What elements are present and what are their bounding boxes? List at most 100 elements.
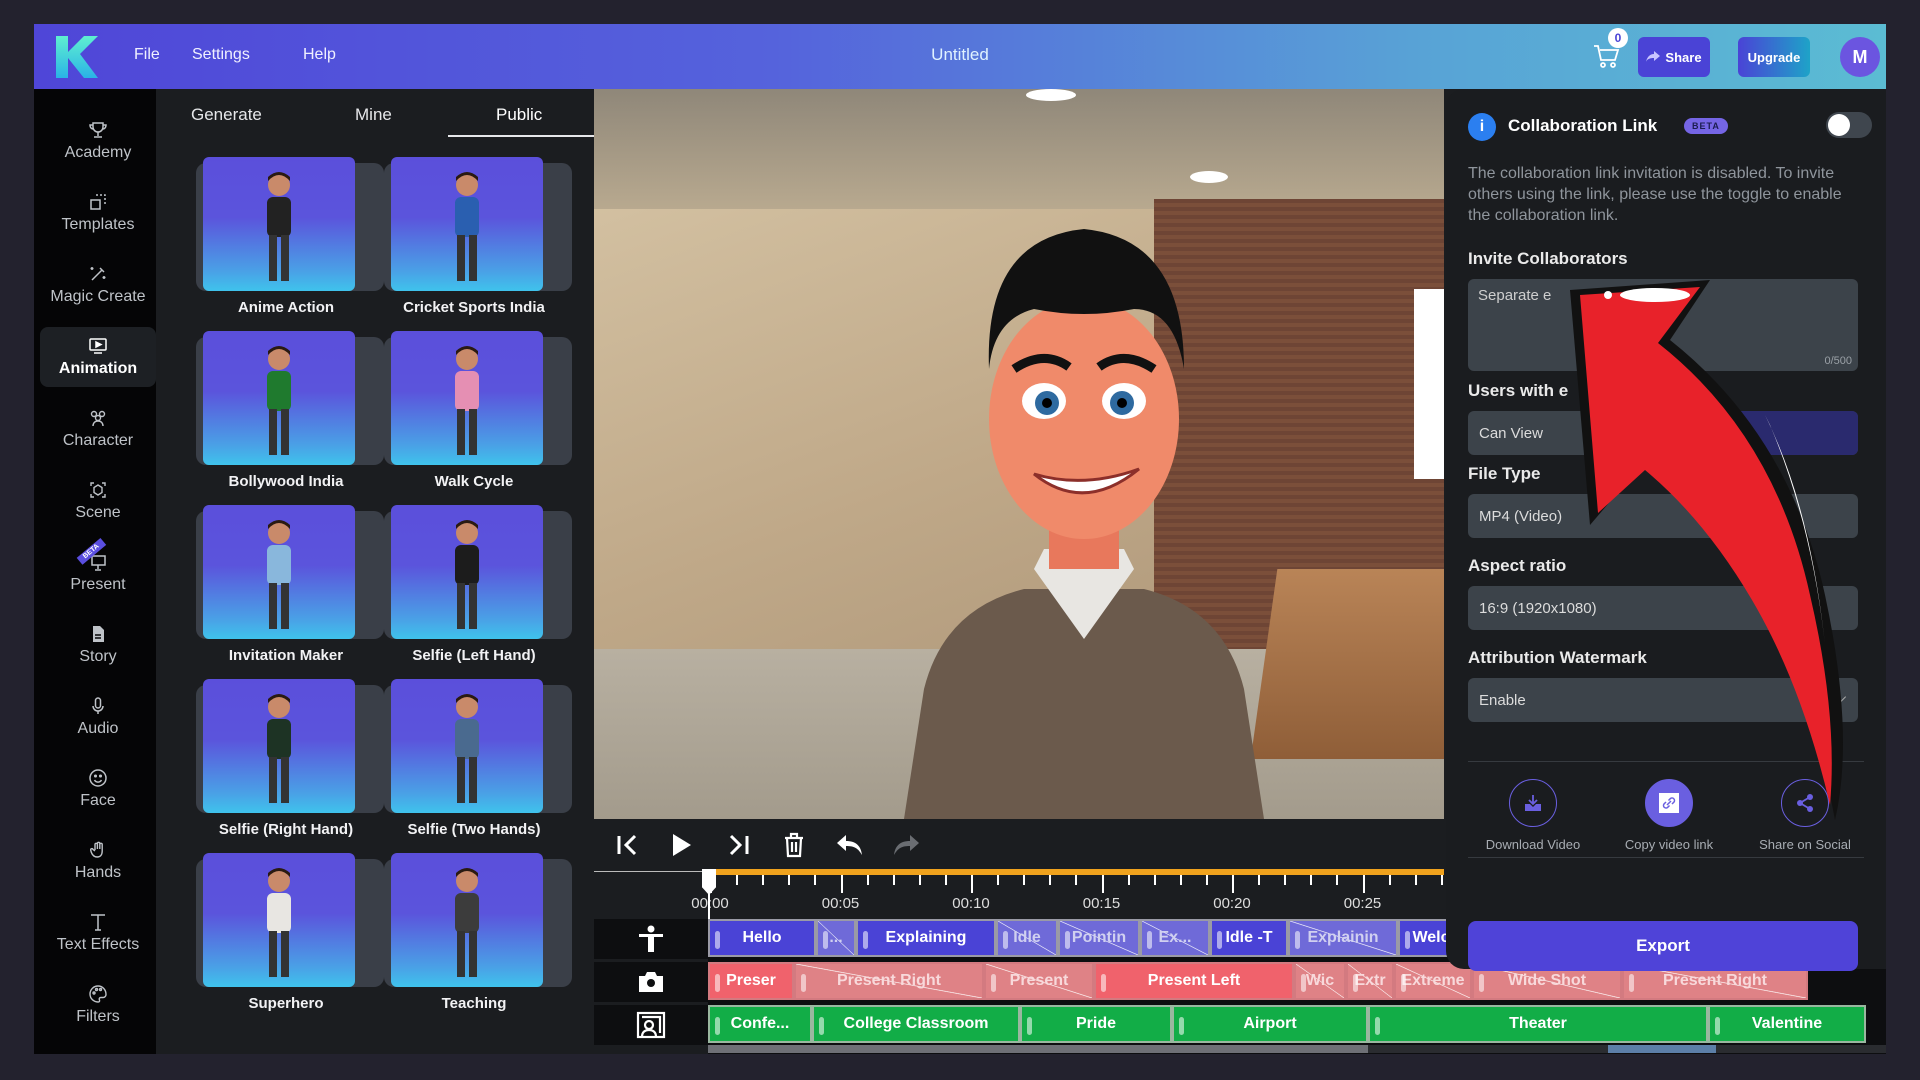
user-avatar[interactable]: M xyxy=(1840,37,1880,77)
anim-clip[interactable]: Idle -T xyxy=(1210,919,1288,957)
clip-handle[interactable] xyxy=(819,1017,824,1035)
timeline-ruler[interactable]: 00:00 00:05 00:10 00:15 00:20 00:25 xyxy=(594,869,1444,919)
animation-card[interactable]: Bollywood India xyxy=(196,331,384,501)
timeline-scrollbar[interactable] xyxy=(708,1045,1886,1053)
animation-card[interactable]: Invitation Maker xyxy=(196,505,384,675)
sidebar-item-magic-create[interactable]: Magic Create xyxy=(40,255,156,315)
sidebar-item-filters[interactable]: Filters xyxy=(40,975,156,1035)
clip-handle[interactable] xyxy=(715,974,720,992)
clip-handle[interactable] xyxy=(1217,931,1222,949)
clip-handle[interactable] xyxy=(1065,931,1070,949)
tab-public[interactable]: Public xyxy=(496,105,542,125)
clip-handle[interactable] xyxy=(1101,974,1106,992)
animation-card[interactable]: Selfie (Right Hand) xyxy=(196,679,384,849)
sidebar-item-text-effects[interactable]: Text Effects xyxy=(40,903,156,963)
anim-clip[interactable]: Pointin xyxy=(1058,919,1140,957)
skip-to-end-button[interactable] xyxy=(722,829,754,861)
clip-handle[interactable] xyxy=(1301,974,1306,992)
animation-card[interactable]: Anime Action xyxy=(196,157,384,327)
scene-clip[interactable]: Theater xyxy=(1368,1005,1708,1043)
clip-handle[interactable] xyxy=(1353,974,1358,992)
animation-card[interactable]: Superhero xyxy=(196,853,384,1023)
copy-video-link-action[interactable]: Copy video link xyxy=(1604,779,1734,852)
play-button[interactable] xyxy=(666,829,698,861)
clip-handle[interactable] xyxy=(1295,931,1300,949)
clip-handle[interactable] xyxy=(715,1017,720,1035)
scene-track-header[interactable] xyxy=(594,1005,708,1045)
clip-handle[interactable] xyxy=(1003,931,1008,949)
clip-handle[interactable] xyxy=(1375,1017,1380,1035)
sidebar-item-hands[interactable]: Hands xyxy=(40,831,156,891)
clip-handle[interactable] xyxy=(1629,974,1634,992)
delete-button[interactable] xyxy=(778,829,810,861)
anim-clip[interactable]: Hello xyxy=(708,919,816,957)
file-type-select[interactable]: MP4 (Video) xyxy=(1468,494,1858,538)
scene-icon xyxy=(90,482,106,498)
scene-clip[interactable]: Pride xyxy=(1020,1005,1172,1043)
tab-generate[interactable]: Generate xyxy=(191,105,262,125)
invite-button[interactable] xyxy=(1738,411,1858,455)
sidebar-item-animation[interactable]: Animation xyxy=(40,327,156,387)
invite-emails-input[interactable]: Separate e 0/500 xyxy=(1468,279,1858,371)
scene-clip[interactable]: Confe... xyxy=(708,1005,812,1043)
anim-clip[interactable]: Explainin xyxy=(1288,919,1398,957)
clip-handle[interactable] xyxy=(1479,974,1484,992)
character-avatar[interactable] xyxy=(884,169,1284,819)
sidebar-item-present[interactable]: BETA Present xyxy=(40,538,156,603)
sidebar-item-face[interactable]: Face xyxy=(40,759,156,819)
clip-handle[interactable] xyxy=(1401,974,1406,992)
users-permission-select[interactable]: Can View xyxy=(1468,411,1858,455)
export-button[interactable]: Export xyxy=(1468,921,1858,971)
sidebar-item-audio[interactable]: Audio xyxy=(40,687,156,747)
cam-clip[interactable]: Present Right xyxy=(794,962,984,1000)
clip-handle[interactable] xyxy=(991,974,996,992)
animation-track-header[interactable] xyxy=(594,919,708,959)
scene-clip[interactable]: Airport xyxy=(1172,1005,1368,1043)
clip-handle[interactable] xyxy=(1147,931,1152,949)
sidebar-item-templates[interactable]: Templates xyxy=(40,183,156,243)
anim-clip[interactable]: Ex... xyxy=(1140,919,1210,957)
sidebar-item-academy[interactable]: Academy xyxy=(40,111,156,171)
aspect-ratio-select[interactable]: 16:9 (1920x1080) xyxy=(1468,586,1858,630)
scene-clip[interactable]: Valentine xyxy=(1708,1005,1866,1043)
clip-handle[interactable] xyxy=(863,931,868,949)
clip-handle[interactable] xyxy=(715,931,720,949)
watermark-select[interactable]: Enable xyxy=(1468,678,1858,722)
skip-to-start-button[interactable] xyxy=(612,829,644,861)
clip-handle[interactable] xyxy=(801,974,806,992)
share-on-social-action[interactable]: Share on Social xyxy=(1740,779,1870,852)
animation-card[interactable]: Walk Cycle xyxy=(384,331,572,501)
timeline-scrollbar-thumb[interactable] xyxy=(708,1045,1368,1053)
animation-card[interactable]: Cricket Sports India xyxy=(384,157,572,327)
animation-card[interactable]: Selfie (Two Hands) xyxy=(384,679,572,849)
cam-clip[interactable]: Extr xyxy=(1346,962,1394,1000)
animation-card[interactable]: Selfie (Left Hand) xyxy=(384,505,572,675)
clip-handle[interactable] xyxy=(1405,931,1410,949)
cam-clip[interactable]: Present Left xyxy=(1094,962,1294,1000)
sidebar-item-scene[interactable]: Scene xyxy=(40,471,156,531)
sidebar-item-story[interactable]: Story xyxy=(40,615,156,675)
clip-handle[interactable] xyxy=(1179,1017,1184,1035)
animation-card[interactable]: Teaching xyxy=(384,853,572,1023)
redo-button[interactable] xyxy=(890,829,922,861)
share-button[interactable]: Share xyxy=(1638,37,1710,77)
scene-viewport[interactable] xyxy=(594,89,1444,819)
card-thumbnail xyxy=(391,157,543,291)
cam-clip[interactable]: Wic xyxy=(1294,962,1346,1000)
cam-clip[interactable]: Present xyxy=(984,962,1094,1000)
anim-clip[interactable]: ... xyxy=(816,919,856,957)
upgrade-button[interactable]: Upgrade xyxy=(1738,37,1810,77)
collaboration-link-toggle[interactable] xyxy=(1826,112,1872,138)
clip-handle[interactable] xyxy=(1027,1017,1032,1035)
undo-button[interactable] xyxy=(834,829,866,861)
sidebar-item-character[interactable]: Character xyxy=(40,399,156,459)
anim-clip[interactable]: Idle xyxy=(996,919,1058,957)
clip-handle[interactable] xyxy=(1715,1017,1720,1035)
cam-clip[interactable]: Preser xyxy=(708,962,794,1000)
tab-mine[interactable]: Mine xyxy=(355,105,392,125)
anim-clip[interactable]: Explaining xyxy=(856,919,996,957)
scene-clip[interactable]: College Classroom xyxy=(812,1005,1020,1043)
camera-track-header[interactable] xyxy=(594,962,708,1002)
clip-handle[interactable] xyxy=(823,931,828,949)
download-video-action[interactable]: Download Video xyxy=(1468,779,1598,852)
